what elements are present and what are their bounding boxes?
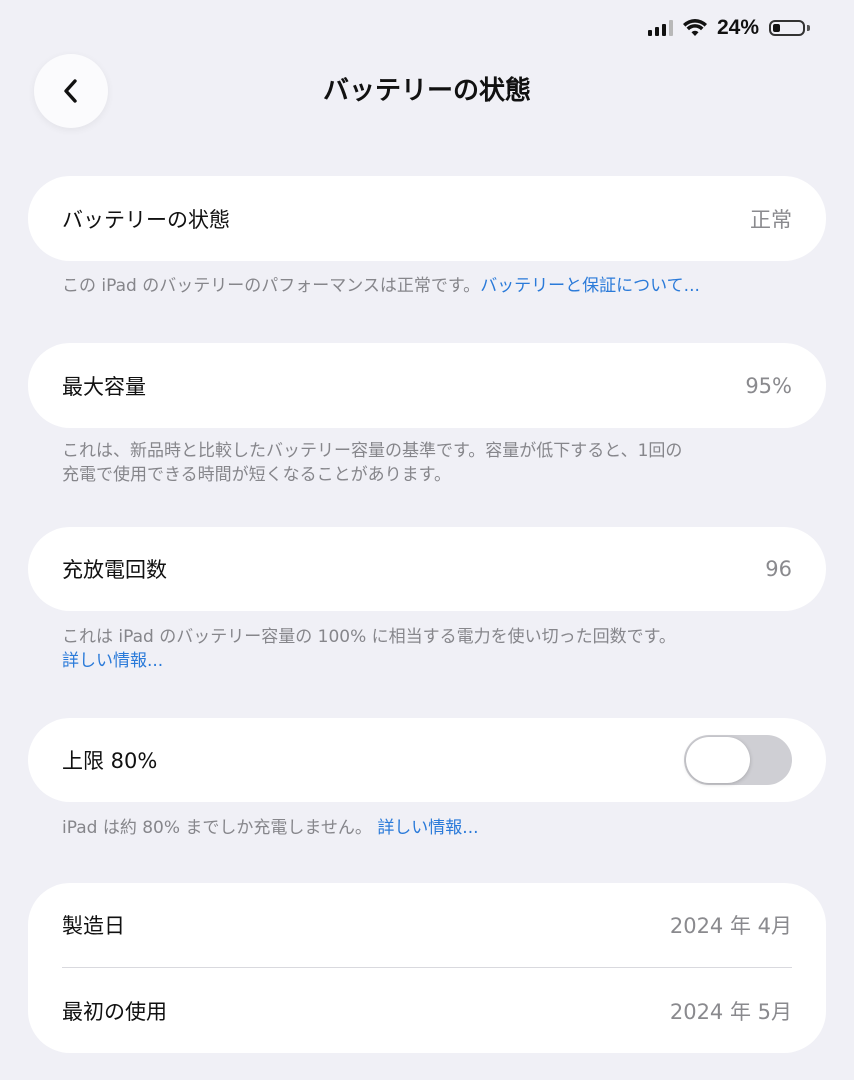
limit-80-toggle[interactable] (684, 735, 792, 785)
limit-80-label: 上限 80% (62, 749, 158, 773)
battery-icon (769, 20, 810, 36)
battery-health-note: この iPad のバッテリーのパフォーマンスは正常です。バッテリーと保証について… (62, 274, 802, 298)
battery-health-card: バッテリーの状態 正常 (28, 176, 826, 261)
status-bar: 24% (647, 14, 810, 42)
battery-health-label: バッテリーの状態 (62, 207, 230, 232)
max-capacity-note-line1: これは、新品時と比較したバッテリー容量の基準です。容量が低下すると、1回の (62, 441, 683, 461)
battery-health-value: 正常 (750, 207, 792, 232)
first-use-value: 2024 年 5月 (669, 999, 792, 1024)
battery-level-fill (773, 24, 780, 32)
cellular-signal-icon (647, 20, 673, 36)
cycle-count-note: これは iPad のバッテリー容量の 100% に相当する電力を使い切った回数で… (62, 625, 802, 673)
wifi-icon (682, 19, 707, 36)
limit-80-note-text: iPad は約 80% までしか充電しません。 (62, 818, 372, 838)
max-capacity-card: 最大容量 95% (28, 343, 826, 428)
limit-80-card: 上限 80% (28, 718, 826, 802)
max-capacity-label: 最大容量 (62, 374, 146, 399)
limit-80-note: iPad は約 80% までしか充電しません。 詳しい情報... (62, 816, 802, 840)
manufacture-date-row: 製造日 2024 年 4月 (28, 883, 826, 967)
battery-percentage: 24% (716, 16, 759, 39)
cycle-count-more-info-link[interactable]: 詳しい情報... (62, 649, 802, 673)
manufacture-date-value: 2024 年 4月 (669, 914, 792, 938)
max-capacity-note-line2: 充電で使用できる時間が短くなることがあります。 (62, 465, 451, 485)
max-capacity-note: これは、新品時と比較したバッテリー容量の基準です。容量が低下すると、1回の 充電… (62, 439, 802, 487)
cycle-count-card: 充放電回数 96 (28, 527, 826, 611)
first-use-row: 最初の使用 2024 年 5月 (28, 968, 826, 1053)
battery-warranty-link[interactable]: バッテリーと保証について... (480, 276, 700, 296)
max-capacity-value: 95% (745, 373, 792, 398)
cycle-count-value: 96 (765, 557, 792, 581)
manufacture-date-label: 製造日 (62, 914, 125, 938)
first-use-label: 最初の使用 (62, 999, 167, 1024)
battery-health-note-text: この iPad のバッテリーのパフォーマンスは正常です。 (62, 276, 481, 296)
cycle-count-note-text: これは iPad のバッテリー容量の 100% に相当する電力を使い切った回数で… (62, 627, 676, 647)
toggle-knob (686, 737, 750, 783)
cycle-count-label: 充放電回数 (62, 558, 167, 582)
page-title: バッテリーの状態 (322, 76, 531, 106)
limit-80-more-info-link[interactable]: 詳しい情報... (377, 818, 478, 838)
dates-card: 製造日 2024 年 4月 最初の使用 2024 年 5月 (28, 883, 826, 1053)
